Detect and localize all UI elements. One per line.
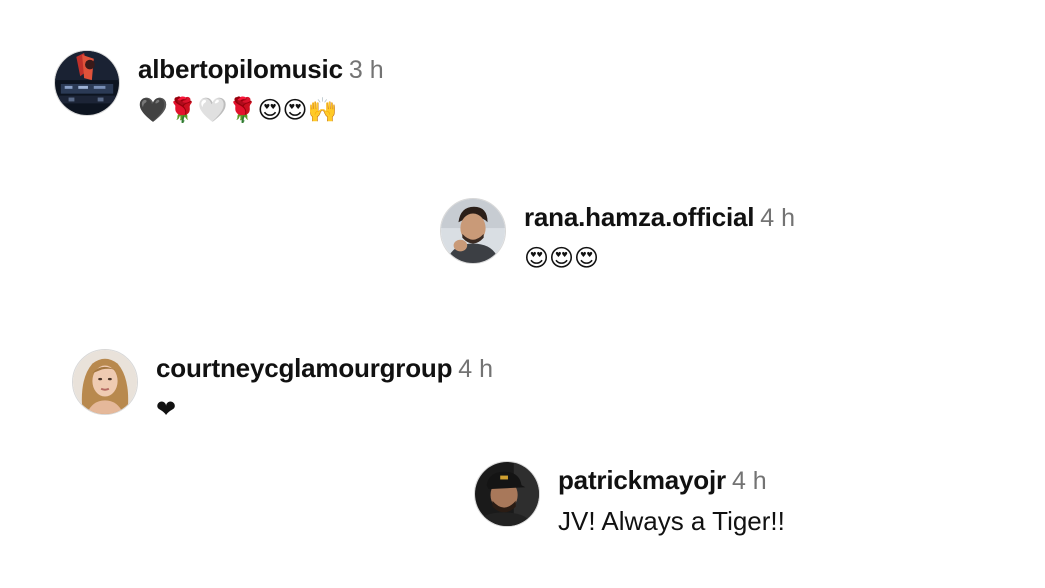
username[interactable]: courtneycglamourgroup bbox=[156, 353, 452, 383]
comment-item: patrickmayojr 4 h JV! Always a Tiger!! bbox=[474, 461, 785, 538]
avatar-concert-photo bbox=[55, 51, 119, 115]
comment-text: ❤ bbox=[156, 395, 177, 423]
username[interactable]: albertopilomusic bbox=[138, 54, 343, 84]
avatar-man-photo bbox=[441, 199, 505, 263]
avatar-woman-photo bbox=[73, 350, 137, 414]
comment-item: rana.hamza.official 4 h 😍😍😍 bbox=[440, 198, 795, 275]
avatar[interactable] bbox=[54, 50, 120, 116]
username[interactable]: patrickmayojr bbox=[558, 465, 726, 495]
timestamp[interactable]: 4 h bbox=[760, 204, 795, 232]
timestamp[interactable]: 4 h bbox=[732, 467, 767, 495]
avatar[interactable] bbox=[72, 349, 138, 415]
comment-text: 🖤🌹🤍🌹😍😍🙌 bbox=[138, 96, 338, 124]
comment-text: JV! Always a Tiger!! bbox=[558, 506, 785, 536]
username[interactable]: rana.hamza.official bbox=[524, 202, 754, 232]
avatar[interactable] bbox=[474, 461, 540, 527]
timestamp[interactable]: 3 h bbox=[349, 56, 384, 84]
comment-text: 😍😍😍 bbox=[524, 244, 600, 272]
avatar[interactable] bbox=[440, 198, 506, 264]
avatar-man-cap-photo bbox=[475, 462, 539, 526]
comment-item: courtneycglamourgroup 4 h ❤ bbox=[72, 349, 493, 426]
timestamp[interactable]: 4 h bbox=[458, 355, 493, 383]
comment-item: albertopilomusic 3 h 🖤🌹🤍🌹😍😍🙌 bbox=[54, 50, 384, 127]
